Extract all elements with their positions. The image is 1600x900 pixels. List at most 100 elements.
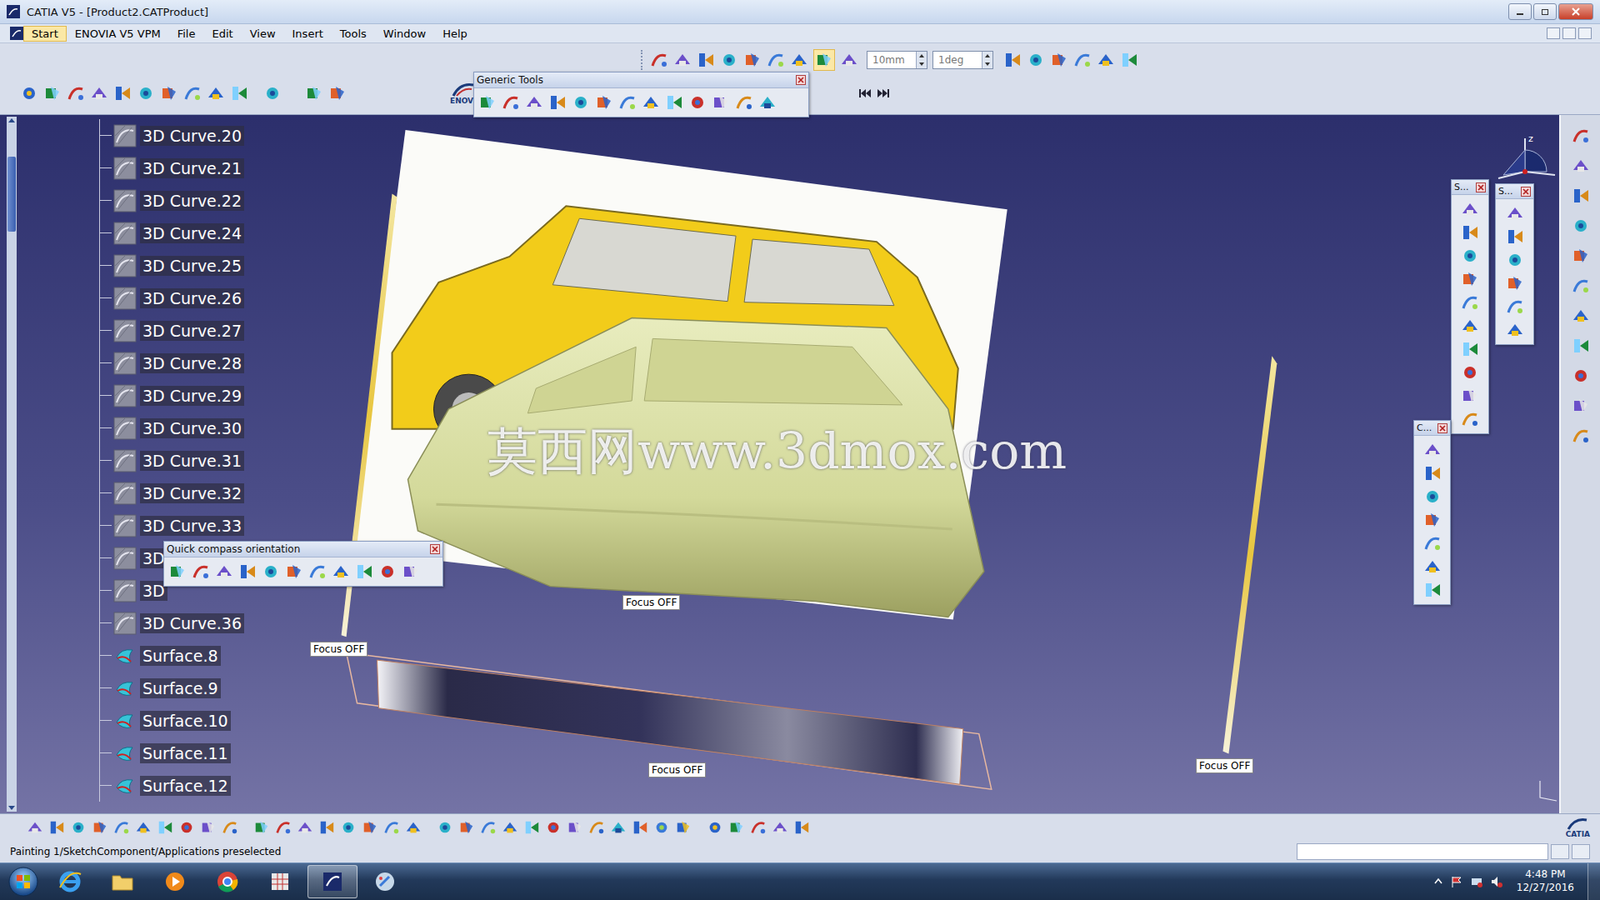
taskbar-app[interactable] bbox=[150, 865, 200, 899]
tree-label[interactable]: 3D Curve.21 bbox=[140, 158, 245, 179]
tool-icon[interactable] bbox=[331, 562, 350, 581]
side-toolbar[interactable]: C... bbox=[1413, 420, 1451, 605]
tool-icon[interactable] bbox=[215, 562, 234, 581]
minimize-button[interactable] bbox=[1508, 3, 1532, 20]
menu-item[interactable]: Help bbox=[434, 25, 476, 42]
tree-row[interactable]: 3D Curve.26 bbox=[99, 281, 1560, 315]
selected-tool[interactable] bbox=[813, 49, 835, 71]
tree-label[interactable]: 3D Curve.31 bbox=[140, 450, 245, 471]
tool-icon[interactable] bbox=[1571, 396, 1590, 415]
taskbar-app[interactable] bbox=[360, 865, 410, 899]
spin-arrows[interactable] bbox=[915, 51, 927, 69]
tool-icon[interactable] bbox=[285, 562, 304, 581]
close-icon[interactable] bbox=[1475, 182, 1486, 193]
tree-scrollbar[interactable] bbox=[6, 116, 17, 812]
tool-icon[interactable] bbox=[790, 50, 809, 70]
taskbar-app[interactable] bbox=[307, 865, 358, 899]
tree-label[interactable]: 3D Curve.33 bbox=[140, 515, 245, 536]
tool-icon[interactable] bbox=[1460, 410, 1480, 429]
tree-row[interactable]: Surface.12 bbox=[99, 769, 1560, 802]
tool-icon[interactable] bbox=[1423, 557, 1442, 576]
tree-label[interactable]: 3D Curve.30 bbox=[140, 418, 245, 439]
restore-button[interactable] bbox=[1533, 3, 1557, 20]
tool-icon[interactable] bbox=[168, 562, 187, 581]
tool-icon[interactable] bbox=[711, 93, 730, 112]
toolbar-header[interactable]: C... bbox=[1414, 420, 1450, 436]
tool-icon[interactable] bbox=[230, 84, 249, 103]
toolbar-header[interactable]: Generic Tools bbox=[474, 72, 809, 89]
tree-row[interactable]: 3D Curve.20 bbox=[99, 119, 1560, 152]
show-desktop-button[interactable] bbox=[1587, 863, 1600, 900]
tool-icon[interactable] bbox=[1423, 464, 1442, 483]
tool-icon[interactable] bbox=[436, 819, 454, 836]
side-toolbar[interactable]: S... bbox=[1495, 183, 1535, 345]
mdi-restore-button[interactable] bbox=[1562, 27, 1576, 40]
tree-label[interactable]: Surface.10 bbox=[140, 710, 231, 731]
tool-icon[interactable] bbox=[1460, 363, 1480, 382]
menu-item[interactable]: Insert bbox=[284, 25, 332, 42]
tool-icon[interactable] bbox=[840, 50, 859, 70]
tool-icon[interactable] bbox=[401, 562, 420, 581]
tree-row[interactable]: 3D Curve.25 bbox=[99, 249, 1560, 282]
tree-row[interactable]: 3D Curve.29 bbox=[99, 379, 1560, 412]
tree-row[interactable]: 3D Curve.24 bbox=[99, 216, 1560, 250]
tree-label[interactable]: 3D Curve.36 bbox=[140, 613, 245, 634]
tool-icon[interactable] bbox=[501, 93, 520, 112]
tool-icon[interactable] bbox=[525, 93, 544, 112]
tool-icon[interactable] bbox=[1505, 274, 1525, 293]
tool-icon[interactable] bbox=[665, 93, 684, 112]
tool-icon[interactable] bbox=[720, 50, 739, 70]
tool-icon[interactable] bbox=[588, 819, 605, 836]
tool-icon[interactable] bbox=[238, 562, 257, 581]
tool-icon[interactable] bbox=[26, 819, 44, 836]
tree-row[interactable]: 3D Curve.22 bbox=[99, 184, 1560, 217]
tool-icon[interactable] bbox=[478, 93, 497, 112]
tool-icon[interactable] bbox=[355, 562, 374, 581]
tool-icon[interactable] bbox=[156, 819, 174, 836]
tool-icon[interactable] bbox=[641, 93, 660, 112]
volume-icon[interactable] bbox=[1490, 875, 1504, 889]
tool-icon[interactable] bbox=[571, 93, 590, 112]
tool-icon[interactable] bbox=[1460, 293, 1480, 312]
taskbar-app[interactable] bbox=[97, 865, 148, 899]
tree-row[interactable]: 3D Curve.36 bbox=[99, 606, 1560, 640]
flag-icon[interactable] bbox=[1450, 875, 1464, 889]
toolbar-header[interactable]: Quick compass orientation bbox=[164, 541, 443, 558]
media-icon[interactable] bbox=[162, 869, 188, 895]
tree-row[interactable]: 3D Curve.21 bbox=[99, 151, 1560, 185]
tool-icon[interactable] bbox=[706, 819, 724, 836]
skip-forward-icon[interactable] bbox=[876, 87, 890, 100]
tool-icon[interactable] bbox=[275, 819, 292, 836]
tool-icon[interactable] bbox=[1571, 126, 1590, 145]
tool-icon[interactable] bbox=[1505, 204, 1525, 223]
tool-icon[interactable] bbox=[378, 562, 397, 581]
tool-icon[interactable] bbox=[263, 84, 282, 103]
tray-expand-icon[interactable] bbox=[1433, 876, 1444, 887]
tool-icon[interactable] bbox=[135, 819, 152, 836]
tree-label[interactable]: 3D Curve.20 bbox=[140, 125, 245, 146]
mdi-minimize-button[interactable] bbox=[1546, 27, 1560, 40]
tool-icon[interactable] bbox=[160, 84, 179, 103]
menu-item[interactable]: ENOVIA V5 VPM bbox=[66, 25, 170, 42]
tree-label[interactable]: Surface.12 bbox=[140, 775, 231, 796]
right-plane[interactable] bbox=[1222, 355, 1277, 754]
tool-icon[interactable] bbox=[1571, 246, 1590, 265]
tool-icon[interactable] bbox=[673, 50, 692, 70]
tool-icon[interactable] bbox=[595, 93, 614, 112]
tool-icon[interactable] bbox=[183, 84, 202, 103]
tool-icon[interactable] bbox=[1571, 336, 1590, 355]
tool-icon[interactable] bbox=[545, 819, 562, 836]
spin-arrows[interactable] bbox=[981, 51, 993, 69]
ie-icon[interactable] bbox=[57, 869, 83, 895]
length-step-field[interactable]: 10mm bbox=[866, 50, 928, 70]
catia-doc-icon[interactable] bbox=[10, 26, 24, 40]
scroll-down-icon[interactable] bbox=[7, 805, 16, 812]
tool-icon[interactable] bbox=[1571, 216, 1590, 235]
tool-icon[interactable] bbox=[318, 819, 335, 836]
tool-icon[interactable] bbox=[1120, 50, 1139, 70]
tool-icon[interactable] bbox=[206, 84, 225, 103]
tool-icon[interactable] bbox=[1460, 200, 1480, 219]
tool-icon[interactable] bbox=[675, 819, 692, 836]
tree-label[interactable]: 3D Curve.26 bbox=[140, 288, 245, 309]
scroll-thumb[interactable] bbox=[7, 156, 16, 232]
